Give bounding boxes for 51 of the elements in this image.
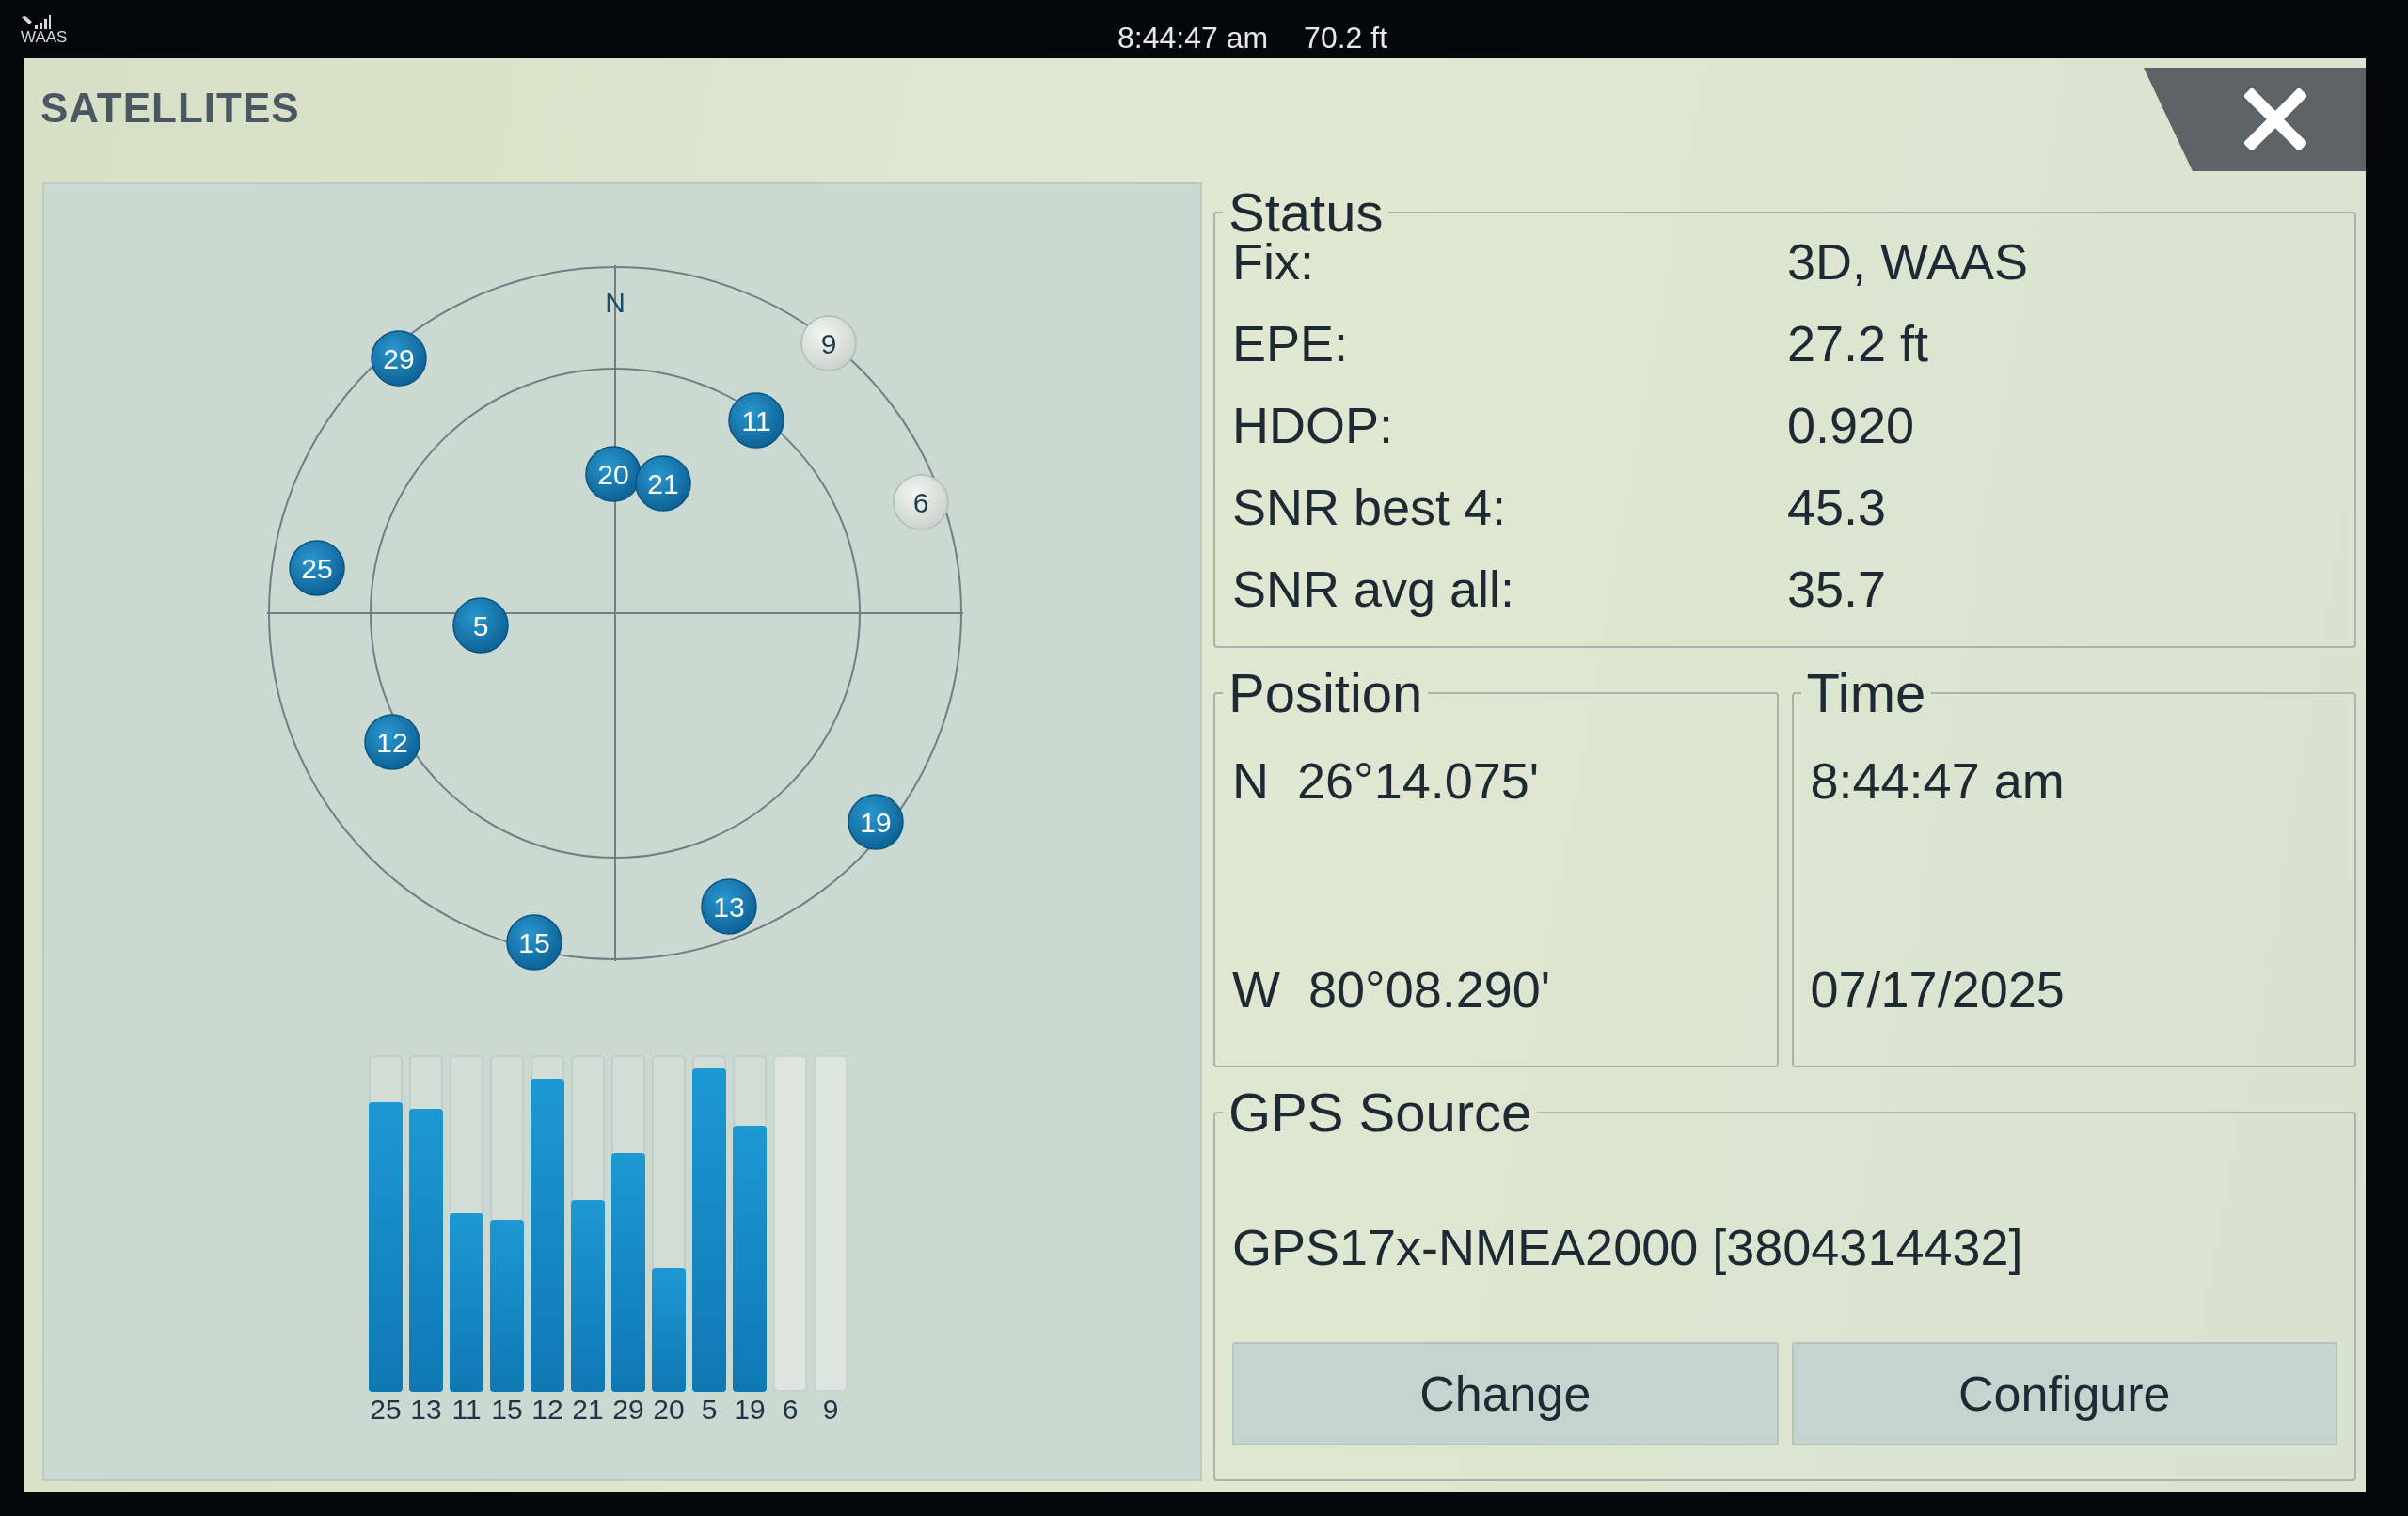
status-label: EPE: [1232,313,1350,373]
gps-source-name: GPS17x-NMEA2000 [3804314432] [1232,1217,2024,1276]
longitude-value: W 80°08.290' [1232,959,1552,1019]
satellite-number: 12 [531,1394,563,1425]
satellite-marker: 5 [452,597,509,654]
group-title: Position [1228,662,1424,723]
status-value: 35.7 [1787,559,1888,619]
latitude-value: N 26°14.075' [1232,750,1541,810]
group-title: GPS Source [1228,1082,1533,1143]
gps-status-label: WAAS [21,28,68,45]
status-value: 45.3 [1787,477,1888,537]
satellite-number: 21 [572,1394,604,1425]
group-title: Time [1805,662,1927,723]
window-title: SATELLITES [40,85,300,132]
status-label: SNR avg all: [1232,559,1516,619]
close-button[interactable] [2144,68,2366,171]
satellite-marker: 29 [370,330,427,387]
satellite-marker: 15 [505,914,562,971]
satellite-number: 13 [410,1394,442,1425]
untracked-satellite-marker: 9 [800,315,857,371]
north-label: N [604,287,626,318]
satellite-marker: 20 [584,446,642,502]
status-label: HDOP: [1232,395,1395,455]
untracked-satellite-marker: 6 [892,474,949,530]
satellite-marker: 25 [288,540,345,596]
satellite-marker: 21 [634,455,691,512]
satellite-marker: 11 [727,392,784,449]
satellite-number: 6 [782,1394,799,1425]
satellite-number: 5 [701,1394,718,1425]
close-icon [2244,88,2306,150]
satellite-number: 25 [370,1394,402,1425]
satellite-number: 19 [734,1394,766,1425]
clock-time: 8:44:47 am [1117,21,1269,55]
satellite-marker: 19 [847,794,904,850]
status-value: 27.2 ft [1787,313,1930,373]
depth-reading: 70.2 ft [1304,21,1388,55]
satellite-number: 9 [822,1394,839,1425]
date-value: 07/17/2025 [1810,959,2066,1019]
satellite-number: 20 [653,1394,685,1425]
status-value: 3D, WAAS [1787,231,2030,292]
status-value: 0.920 [1787,395,1916,455]
satellite-number: 15 [491,1394,523,1425]
satellite-number: 29 [612,1394,644,1425]
time-value: 8:44:47 am [1810,750,2066,810]
satellite-number: 11 [452,1394,482,1425]
satellite-marker: 13 [700,878,757,935]
satellite-marker: 12 [363,714,420,770]
source-action-button[interactable]: Configure [1791,1341,2337,1445]
satellite-signal-icon [21,13,51,29]
source-action-button[interactable]: Change [1232,1341,1779,1445]
status-label: SNR best 4: [1232,477,1508,537]
